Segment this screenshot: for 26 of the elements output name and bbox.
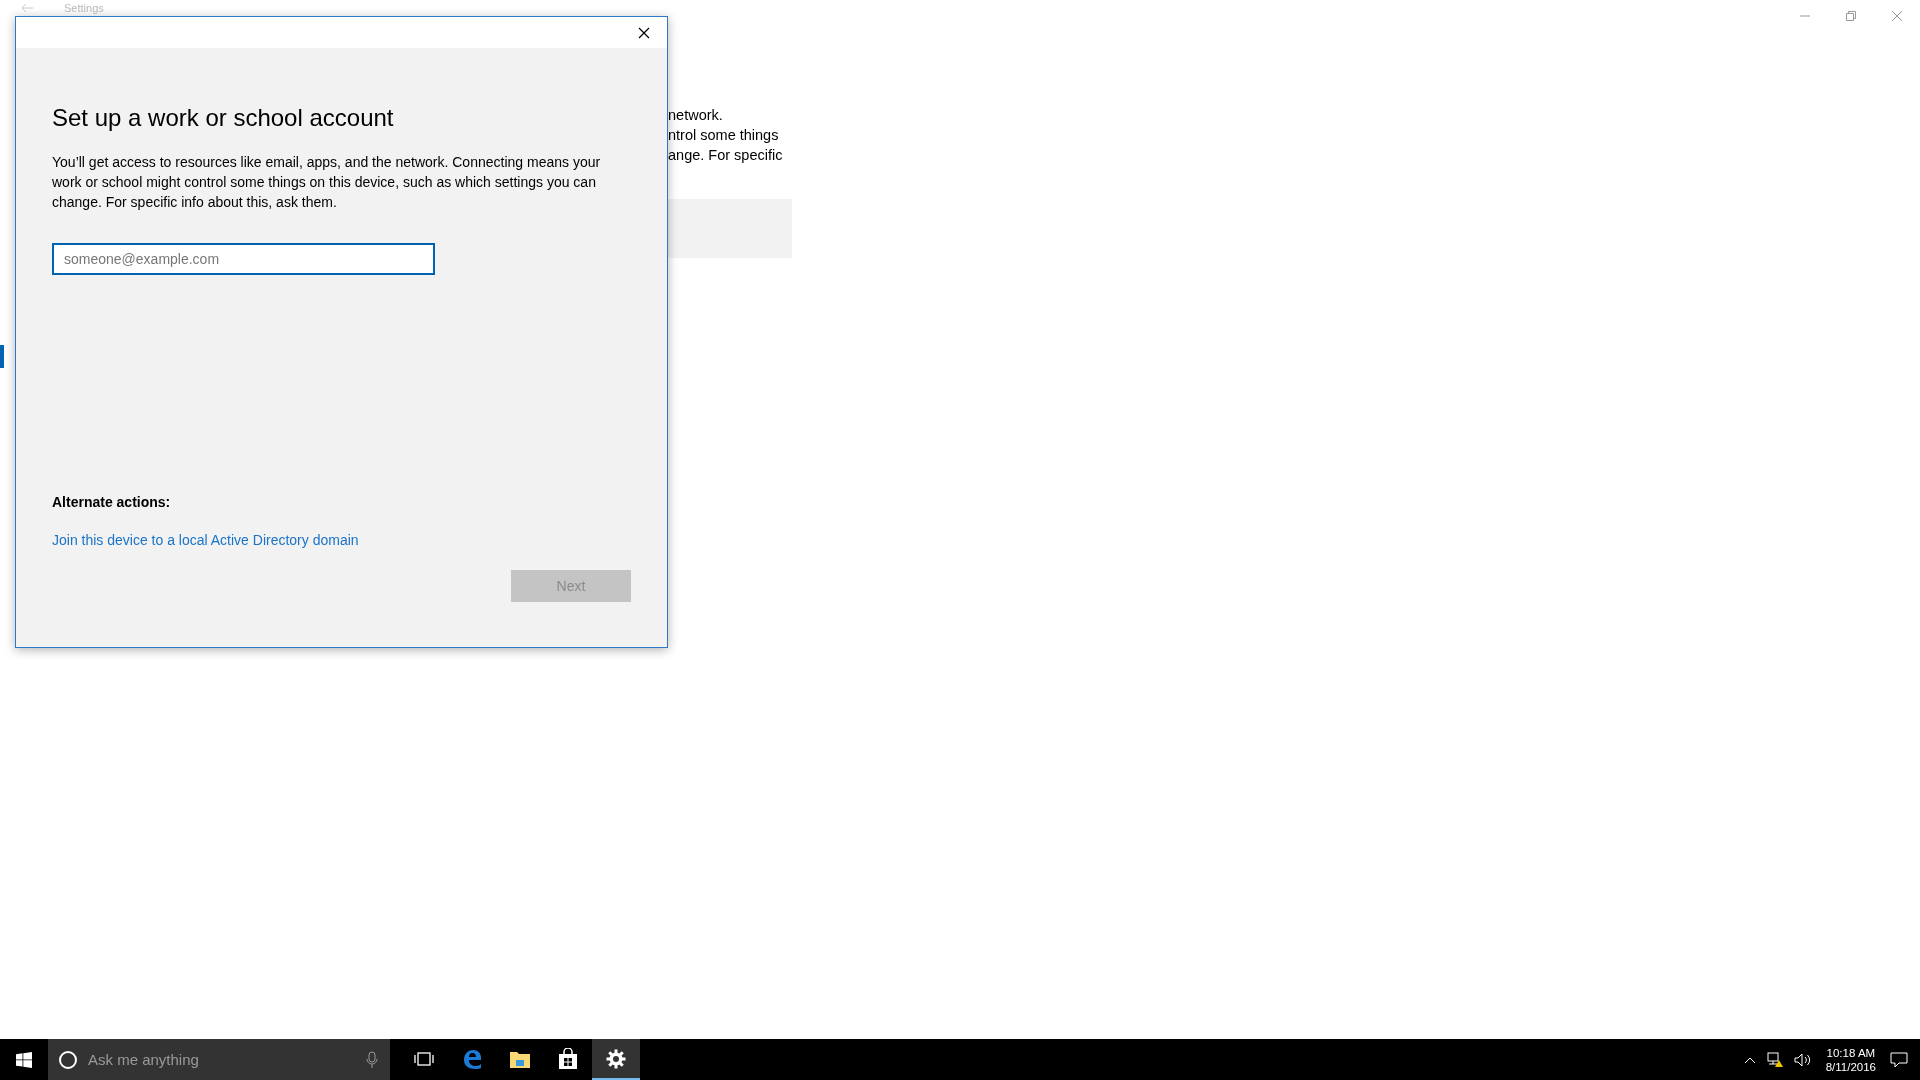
description-text: ange. For specific [668, 146, 784, 165]
windows-logo-icon [16, 1051, 32, 1068]
domain-join-link[interactable]: Join this device to a local Active Directory domain [52, 532, 359, 548]
notifications-icon[interactable] [1890, 1051, 1908, 1068]
close-icon [638, 26, 650, 39]
section-label: Alternate actions: [52, 494, 172, 510]
search-box[interactable]: Ask me anything [48, 1039, 390, 1080]
chevron-up-icon[interactable] [1743, 1055, 1756, 1064]
description-text: ntrol some things [668, 126, 780, 145]
search-circle-icon [58, 1049, 78, 1070]
settings-icon [606, 1048, 626, 1069]
window-title: Settings [64, 2, 104, 14]
browser-icon [461, 1047, 483, 1070]
search-field[interactable]: Ask me anything [86, 1050, 358, 1069]
selection-indicator [0, 345, 4, 368]
speaker-icon[interactable] [1793, 1052, 1812, 1067]
description-text: You’ll get access to resources like email, apps, and the network. Connecting means your work or school might control some things on this device, such as which settings you can change. For specific info about this, ask them. [52, 153, 602, 212]
clock[interactable]: 10:18 AM 8/11/2016 [1821, 1045, 1880, 1074]
description-text: network. [668, 106, 724, 125]
task-view-icon [414, 1050, 434, 1067]
taskbar-app-button[interactable] [592, 1039, 640, 1080]
microphone-icon[interactable] [366, 1050, 378, 1069]
dialog-title: Set up a work or school account [52, 104, 395, 132]
shopping-bag-icon [558, 1047, 578, 1070]
email-field[interactable]: someone@example.com [52, 243, 435, 275]
network-warning-icon[interactable] [1765, 1051, 1784, 1068]
